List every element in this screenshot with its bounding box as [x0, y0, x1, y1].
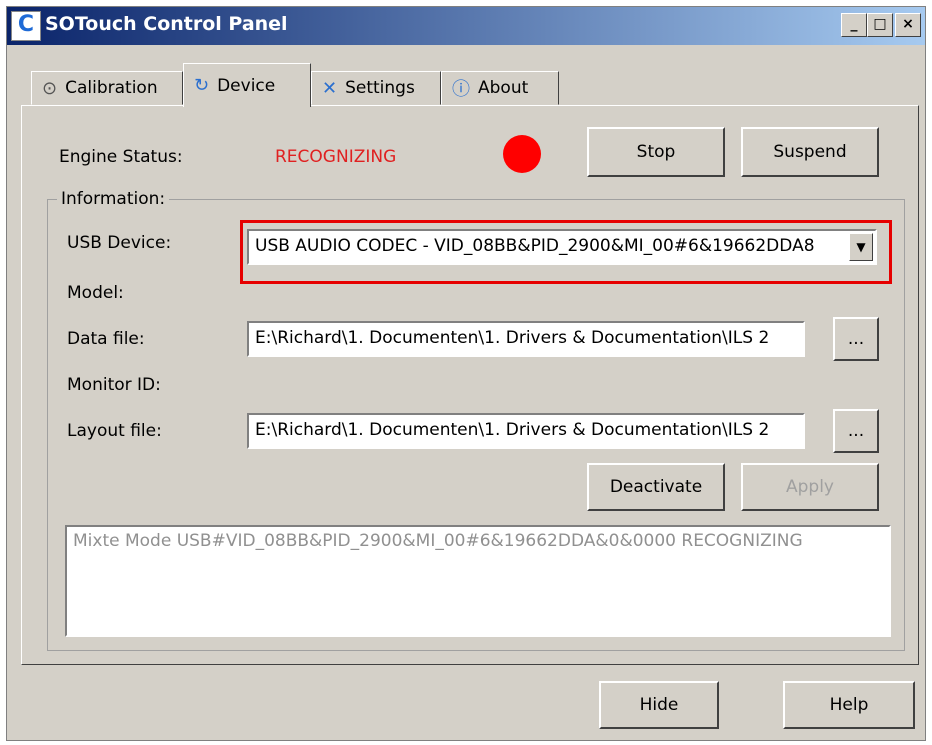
usb-device-label: USB Device: [67, 233, 172, 253]
tab-settings[interactable]: ✕ Settings [311, 71, 441, 105]
close-button[interactable]: × [895, 13, 921, 37]
deactivate-button[interactable]: Deactivate [587, 463, 725, 511]
suspend-button[interactable]: Suspend [741, 127, 879, 177]
stop-button[interactable]: Stop [587, 127, 725, 177]
data-file-browse-button[interactable]: ... [833, 317, 879, 361]
tab-about[interactable]: ⓘ About [441, 71, 559, 105]
minimize-button[interactable]: _ [841, 13, 867, 37]
layout-file-label: Layout file: [67, 421, 162, 441]
model-label: Model: [67, 283, 124, 303]
window-title: SOTouch Control Panel [45, 13, 288, 35]
information-legend: Information: [57, 189, 170, 209]
help-button[interactable]: Help [783, 681, 915, 729]
refresh-icon: ↻ [194, 75, 210, 96]
highlight-box [240, 220, 892, 284]
log-text: Mixte Mode USB#VID_08BB&PID_2900&MI_00#6… [73, 531, 803, 551]
layout-file-value: E:\Richard\1. Documenten\1. Drivers & Do… [255, 420, 770, 440]
info-icon: ⓘ [452, 79, 470, 100]
maximize-button[interactable]: □ [867, 13, 893, 37]
layout-file-field[interactable]: E:\Richard\1. Documenten\1. Drivers & Do… [247, 413, 805, 449]
tab-calibration[interactable]: ⊙ Calibration [31, 71, 183, 105]
layout-file-browse-button[interactable]: ... [833, 409, 879, 453]
tab-about-label: About [478, 78, 529, 98]
tools-icon: ✕ [322, 77, 338, 99]
data-file-label: Data file: [67, 329, 145, 349]
status-indicator [503, 135, 541, 173]
hide-button[interactable]: Hide [599, 681, 719, 729]
data-file-value: E:\Richard\1. Documenten\1. Drivers & Do… [255, 328, 770, 348]
monitor-id-label: Monitor ID: [67, 375, 161, 395]
app-icon: C [11, 11, 41, 41]
data-file-field[interactable]: E:\Richard\1. Documenten\1. Drivers & Do… [247, 321, 805, 357]
target-icon: ⊙ [42, 77, 58, 99]
tab-settings-label: Settings [345, 78, 415, 98]
apply-button[interactable]: Apply [741, 463, 879, 511]
tab-device-label: Device [217, 75, 276, 96]
log-textarea[interactable]: Mixte Mode USB#VID_08BB&PID_2900&MI_00#6… [65, 525, 891, 637]
engine-status-label: Engine Status: [59, 147, 183, 167]
control-panel-window: C SOTouch Control Panel _ □ × ⊙ Calibrat… [6, 6, 926, 741]
tab-device[interactable]: ↻ Device [183, 63, 311, 107]
tab-calibration-label: Calibration [65, 78, 158, 98]
engine-status-value: RECOGNIZING [275, 147, 397, 167]
title-bar[interactable]: C SOTouch Control Panel _ □ × [7, 7, 925, 45]
